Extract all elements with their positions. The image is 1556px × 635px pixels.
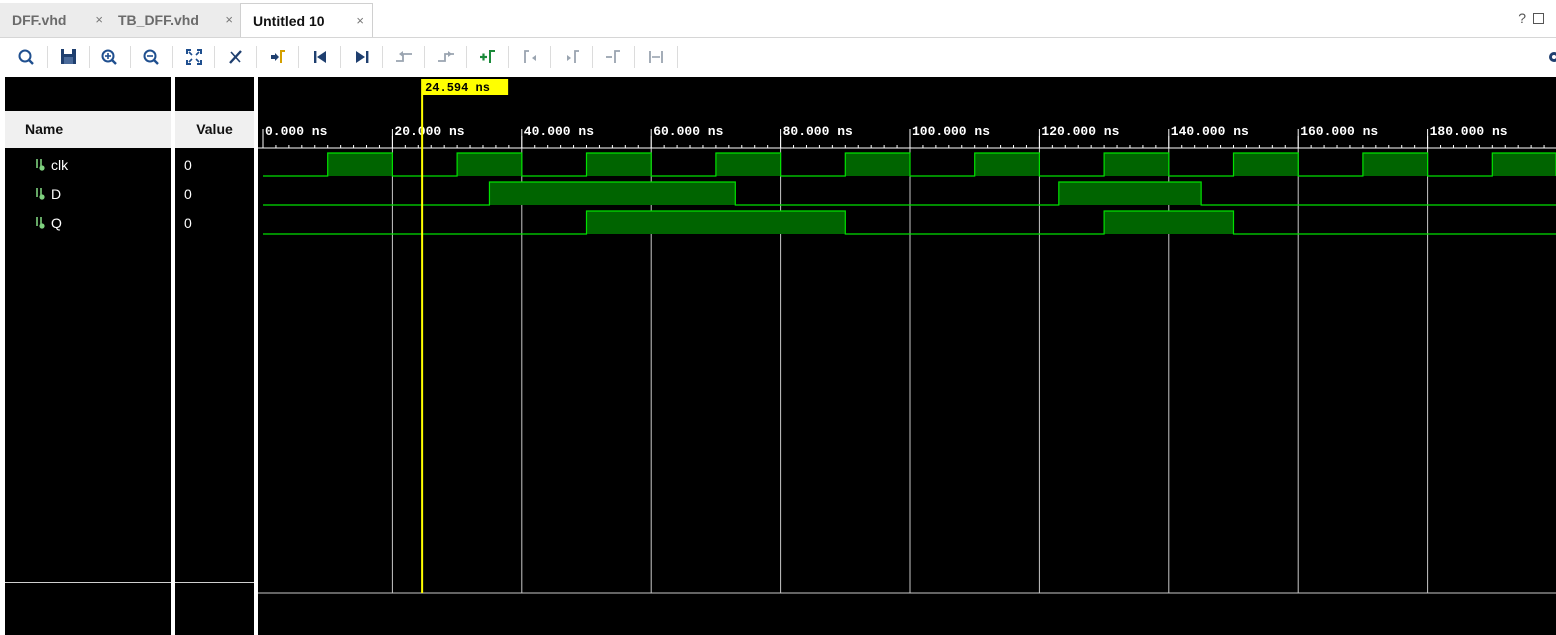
signal-value-clk: 0 (184, 157, 192, 173)
waveform-clk (263, 152, 1556, 177)
waveform-plot[interactable]: 0.000 ns 20.000 ns 40.000 ns 60.000 ns 80.00… (258, 77, 1556, 635)
previous-marker-icon[interactable] (517, 45, 543, 69)
tab-label: TB_DFF.vhd (118, 12, 199, 28)
name-column-header[interactable]: Name (5, 111, 171, 148)
save-icon[interactable] (56, 45, 82, 69)
wave-high-fill (1104, 153, 1169, 176)
tab-tb-dff-vhd[interactable]: TB_DFF.vhd × (106, 3, 242, 37)
signal-value-d: 0 (184, 186, 192, 202)
tab-untitled-10[interactable]: Untitled 10 × (240, 3, 373, 37)
signal-value-q: 0 (184, 215, 192, 231)
go-to-start-icon[interactable] (307, 45, 333, 69)
time-tick-label: 120.000 ns (1041, 124, 1119, 139)
wave-high-fill (1233, 153, 1299, 176)
wave-high-fill (1492, 153, 1556, 176)
value-column-header[interactable]: Value (175, 111, 254, 148)
snap-to-transition-icon[interactable] (643, 45, 669, 69)
tab-close-icon[interactable]: × (95, 3, 103, 37)
tab-close-icon[interactable]: × (356, 4, 364, 38)
tab-close-icon[interactable]: × (225, 3, 233, 37)
search-icon[interactable] (14, 45, 40, 69)
go-to-cursor-icon[interactable] (265, 45, 291, 69)
time-tick-label: 180.000 ns (1430, 124, 1508, 139)
wave-high-fill (974, 153, 1040, 176)
signal-row-clk[interactable]: clk (5, 151, 171, 179)
next-transition-icon[interactable] (433, 45, 459, 69)
wave-high-fill (327, 153, 393, 176)
time-tick-label: 40.000 ns (524, 124, 594, 139)
cursor-time-label: 24.594 ns (425, 81, 490, 95)
time-tick-label: 80.000 ns (783, 124, 853, 139)
wave-high-fill (1104, 211, 1234, 234)
help-icon[interactable]: ? (1518, 10, 1526, 26)
wave-high-fill (715, 153, 781, 176)
signal-name: D (51, 186, 62, 202)
names-footer-divider (5, 582, 171, 583)
wave-high-fill (586, 153, 652, 176)
zoom-out-icon[interactable] (139, 45, 165, 69)
time-tick-label: 100.000 ns (912, 124, 990, 139)
wave-high-fill (457, 153, 522, 176)
tab-label: Untitled 10 (253, 13, 325, 29)
signal-names-panel: Name clk D Q (5, 77, 171, 635)
signal-bit-icon (36, 159, 45, 171)
wave-high-fill (1058, 182, 1202, 205)
next-marker-icon[interactable] (559, 45, 585, 69)
swap-cursors-icon[interactable] (601, 45, 627, 69)
time-tick-label: 20.000 ns (394, 124, 464, 139)
signal-name: Q (51, 215, 62, 231)
settings-gear-icon[interactable] (1540, 45, 1556, 69)
tab-label: DFF.vhd (12, 12, 67, 28)
waveform-toolbar (0, 38, 1556, 76)
signal-name: clk (51, 157, 69, 173)
go-to-end-icon[interactable] (349, 45, 375, 69)
editor-tab-bar: DFF.vhd × TB_DFF.vhd × Untitled 10 × ? (0, 0, 1556, 38)
zoom-fit-icon[interactable] (181, 45, 207, 69)
signal-bit-icon (36, 188, 45, 200)
signal-row-d[interactable]: D (5, 180, 171, 208)
time-tick-label: 140.000 ns (1171, 124, 1249, 139)
zoom-in-icon[interactable] (97, 45, 123, 69)
time-tick-label: 160.000 ns (1300, 124, 1378, 139)
cursor-swap-icon[interactable] (223, 45, 249, 69)
signal-bit-icon (36, 217, 45, 229)
waveform-canvas[interactable]: 0.000 ns 20.000 ns 40.000 ns 60.000 ns 80.00… (258, 77, 1556, 635)
wave-high-fill (845, 153, 910, 176)
signal-row-q[interactable]: Q (5, 209, 171, 237)
time-tick-label: 60.000 ns (653, 124, 723, 139)
previous-transition-icon[interactable] (391, 45, 417, 69)
tab-dff-vhd[interactable]: DFF.vhd × (0, 3, 112, 37)
time-tick-label: 0.000 ns (265, 124, 328, 139)
maximize-icon[interactable] (1533, 13, 1544, 24)
wave-high-fill (489, 182, 736, 205)
values-footer-divider (175, 582, 254, 583)
add-marker-icon[interactable] (475, 45, 501, 69)
wave-high-fill (586, 211, 846, 234)
wave-high-fill (1362, 153, 1428, 176)
signal-values-panel: Value 0 0 0 (175, 77, 254, 635)
